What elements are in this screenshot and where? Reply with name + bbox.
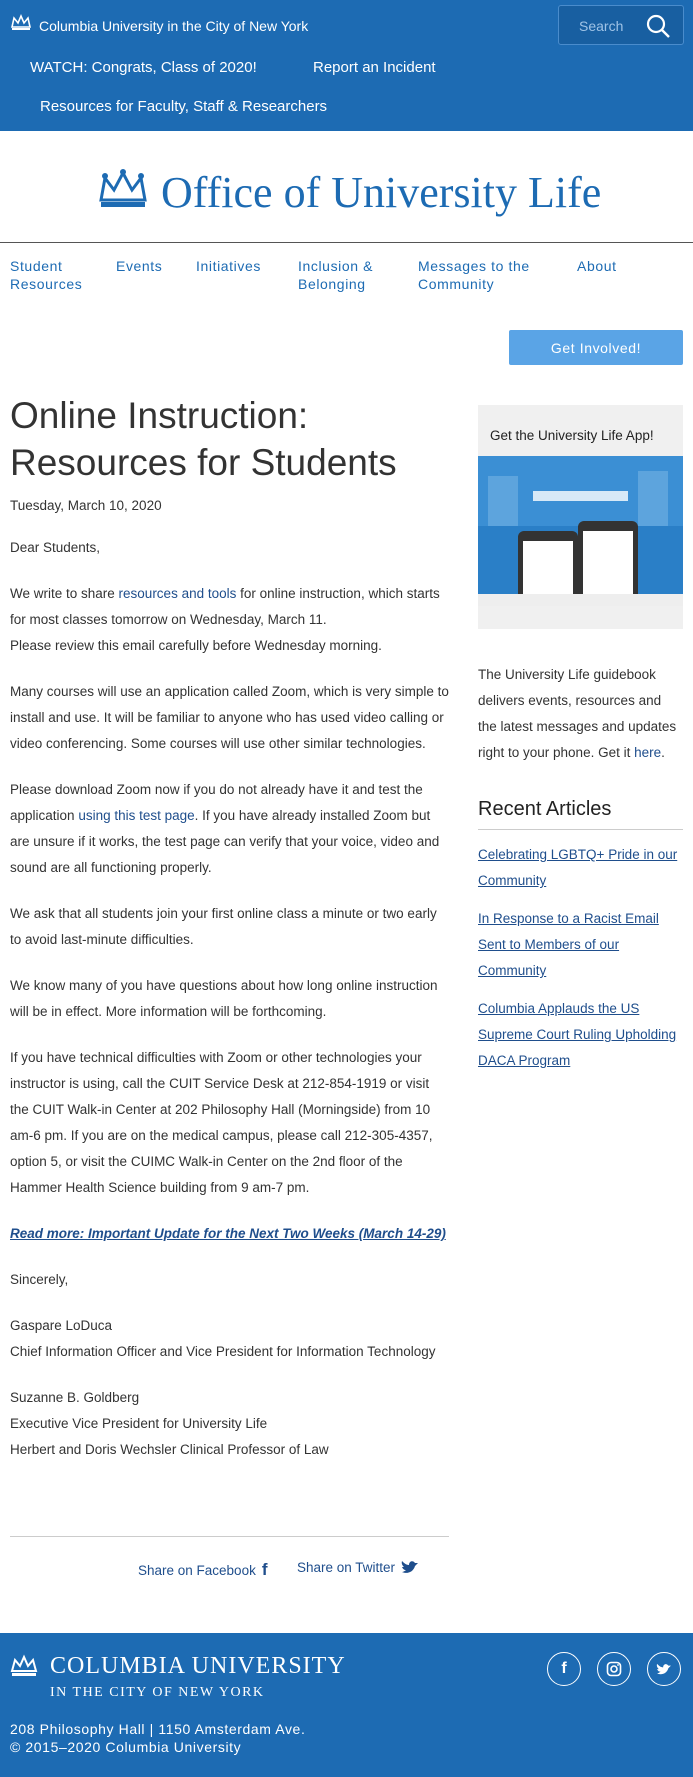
footer-address: 208 Philosophy Hall | 1150 Amsterdam Ave…: [10, 1721, 306, 1737]
app-screenshot-image[interactable]: [478, 456, 683, 606]
share-twitter-link[interactable]: Share on Twitter: [297, 1560, 419, 1575]
read-more-link[interactable]: Read more: Important Update for the Next…: [10, 1226, 446, 1241]
report-incident-link[interactable]: Report an Incident: [313, 59, 436, 76]
top-bar: Columbia University in the City of New Y…: [0, 0, 693, 131]
watch-congrats-link[interactable]: WATCH: Congrats, Class of 2020!: [30, 59, 257, 76]
recent-articles-heading: Recent Articles: [478, 798, 683, 830]
resources-tools-link[interactable]: resources and tools: [119, 586, 237, 601]
nav-events[interactable]: Events: [116, 257, 162, 275]
recent-article-link[interactable]: Columbia Applauds the US Supreme Court R…: [478, 996, 683, 1074]
recent-article-link[interactable]: In Response to a Racist Email Sent to Me…: [478, 906, 683, 984]
app-promo-title: Get the University Life App!: [490, 428, 654, 443]
search-box[interactable]: Search: [558, 5, 684, 45]
facebook-icon: f: [261, 1560, 268, 1579]
footer: COLUMBIA UNIVERSITY IN THE CITY OF NEW Y…: [0, 1633, 693, 1777]
article-date: Tuesday, March 10, 2020: [10, 498, 162, 513]
article-title: Online Instruction: Resources for Studen…: [10, 395, 397, 483]
paragraph-zoom: Many courses will use an application cal…: [10, 684, 449, 751]
twitter-icon: [401, 1561, 419, 1573]
app-description: The University Life guidebook delivers e…: [478, 667, 677, 760]
main-nav: Student Resources Events Initiatives Inc…: [0, 243, 693, 333]
divider: [10, 1536, 449, 1537]
site-title[interactable]: Office of University Life: [161, 167, 601, 218]
sidebar: Get the University Life App! The Univers…: [478, 405, 683, 1074]
app-here-link[interactable]: here: [634, 745, 661, 760]
nav-initiatives[interactable]: Initiatives: [196, 257, 261, 275]
paragraph-download: Please download Zoom now if you do not a…: [10, 782, 440, 875]
paragraph-tech-help: If you have technical difficulties with …: [10, 1050, 433, 1195]
signature-2: Suzanne B. Goldberg Executive Vice Presid…: [10, 1390, 329, 1457]
crown-icon: [11, 13, 31, 30]
nav-student-resources[interactable]: Student Resources: [10, 257, 110, 293]
closing: Sincerely,: [10, 1272, 69, 1287]
article: Online Instruction: Resources for Studen…: [10, 392, 450, 1463]
instagram-icon[interactable]: [597, 1652, 631, 1686]
masthead: Office of University Life: [0, 131, 693, 243]
twitter-icon[interactable]: [647, 1652, 681, 1686]
crown-icon: [10, 1654, 38, 1676]
faculty-resources-link[interactable]: Resources for Faculty, Staff & Researche…: [40, 98, 327, 115]
signature-1: Gaspare LoDuca Chief Information Officer …: [10, 1318, 436, 1359]
paragraph-questions: We know many of you have questions about…: [10, 978, 438, 1019]
greeting: Dear Students,: [10, 540, 101, 555]
paragraph-join-early: We ask that all students join your first…: [10, 906, 437, 947]
share-facebook-link[interactable]: Share on Facebook f: [138, 1560, 268, 1580]
test-page-link[interactable]: using this test page: [78, 808, 194, 823]
university-name-link[interactable]: Columbia University in the City of New Y…: [39, 18, 308, 34]
facebook-icon[interactable]: f: [547, 1652, 581, 1686]
nav-inclusion-belonging[interactable]: Inclusion & Belonging: [298, 257, 408, 293]
nav-messages[interactable]: Messages to the Community: [418, 257, 558, 293]
footer-university-sub: IN THE CITY OF NEW YORK: [50, 1685, 265, 1700]
search-icon[interactable]: [645, 13, 671, 39]
search-input[interactable]: Search: [579, 18, 623, 34]
nav-about[interactable]: About: [577, 257, 617, 275]
app-promo: Get the University Life App!: [478, 405, 683, 629]
footer-university-name[interactable]: COLUMBIA UNIVERSITY: [50, 1653, 346, 1680]
crown-logo-icon[interactable]: [96, 168, 150, 212]
recent-article-link[interactable]: Celebrating LGBTQ+ Pride in our Communit…: [478, 842, 683, 894]
get-involved-button[interactable]: Get Involved!: [509, 330, 683, 365]
paragraph-intro: We write to share resources and tools fo…: [10, 586, 440, 653]
footer-copyright: © 2015–2020 Columbia University: [10, 1739, 242, 1755]
